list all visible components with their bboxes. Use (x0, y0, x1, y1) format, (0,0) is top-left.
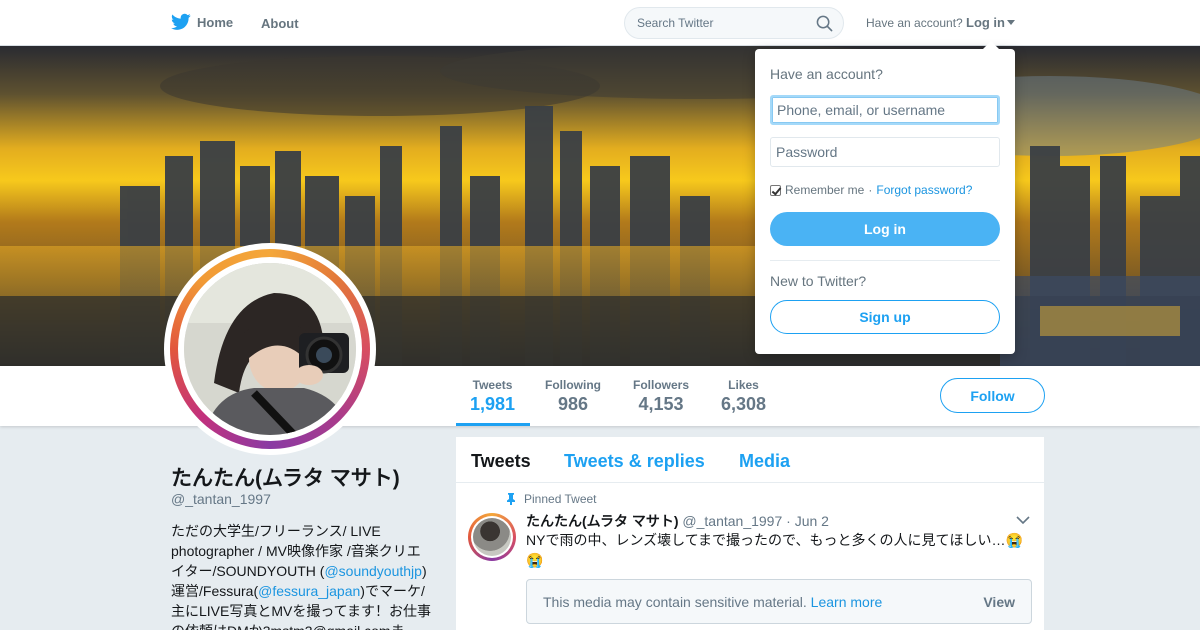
tweet-author-handle[interactable]: @_tantan_1997 (682, 513, 782, 529)
signup-button[interactable]: Sign up (770, 300, 1000, 334)
nav-home-label: Home (197, 14, 234, 30)
tweet-author-name[interactable]: たんたん(ムラタ マサト) (526, 513, 679, 529)
username-field[interactable] (770, 95, 1000, 125)
stat-following[interactable]: Following 986 (545, 378, 601, 415)
top-navigation: Home About Have an account? Log in (0, 0, 1200, 46)
pinned-text: Pinned Tweet (524, 492, 597, 506)
twitter-bird-icon (171, 13, 191, 30)
stat-tweets[interactable]: Tweets 1,981 (470, 378, 515, 415)
remember-separator: · (868, 183, 873, 197)
stat-followers-value: 4,153 (638, 394, 684, 414)
chevron-down-icon[interactable] (1016, 516, 1030, 524)
avatar-image (184, 263, 356, 435)
nav-home-link[interactable]: Home (171, 13, 233, 31)
timeline: Tweets Tweets & replies Media Pinned Twe… (456, 437, 1044, 630)
profile-bio: ただの大学生/フリーランス/ LIVE photographer / MV映像作… (171, 521, 433, 630)
follow-button[interactable]: Follow (940, 378, 1045, 413)
pin-icon (507, 493, 515, 505)
bio-mention-soundyouthjp[interactable]: @soundyouthjp (324, 563, 422, 579)
password-field[interactable] (770, 137, 1000, 167)
stat-tweets-label: Tweets (472, 378, 513, 392)
pinned-tweet-label: Pinned Tweet (506, 492, 597, 506)
tweet-date[interactable]: Jun 2 (795, 513, 829, 529)
tweet-dot-separator: · (786, 513, 791, 529)
stat-likes-value: 6,308 (721, 394, 767, 414)
sensitive-media-message: This media may contain sensitive materia… (543, 594, 807, 610)
timeline-tabs: Tweets Tweets & replies Media (456, 437, 1044, 483)
profile-name: たんたん(ムラタ マサト) (171, 467, 400, 490)
stat-likes-label: Likes (728, 378, 759, 392)
stat-followers[interactable]: Followers 4,153 (633, 378, 689, 415)
remember-me-row: Remember me · Forgot password? (770, 183, 972, 197)
view-media-button[interactable]: View (983, 594, 1015, 610)
tab-tweets[interactable]: Tweets (471, 451, 531, 472)
stat-followers-label: Followers (633, 378, 690, 392)
have-account-label: Have an account? (866, 16, 963, 30)
sensitive-media-text: This media may contain sensitive materia… (543, 594, 882, 610)
caret-down-icon (1007, 20, 1015, 25)
dropdown-divider (770, 260, 1000, 261)
stat-following-value: 986 (557, 394, 589, 414)
tweet-avatar[interactable] (468, 513, 516, 561)
active-stat-underline (456, 423, 530, 426)
learn-more-link[interactable]: Learn more (811, 594, 883, 610)
profile-handle[interactable]: @_tantan_1997 (171, 491, 271, 507)
bio-mention-fessura[interactable]: @fessura_japan (258, 583, 360, 599)
remember-me-checkbox[interactable] (770, 184, 781, 196)
login-dropdown: Have an account? Remember me · Forgot pa… (755, 41, 1015, 354)
stat-likes[interactable]: Likes 6,308 (721, 378, 766, 415)
search-icon[interactable] (816, 15, 833, 32)
sensitive-media-notice: This media may contain sensitive materia… (526, 579, 1032, 624)
stat-following-label: Following (545, 378, 601, 392)
avatar-photo (184, 263, 356, 435)
search-box[interactable] (624, 7, 844, 39)
tab-media[interactable]: Media (739, 451, 790, 472)
login-dropdown-toggle[interactable]: Log in (966, 15, 1015, 30)
remember-me-label[interactable]: Remember me (785, 183, 864, 197)
profile-avatar[interactable] (164, 243, 376, 455)
tweet-text: NYで雨の中、レンズ壊してまで撮ったので、もっと多くの人に見てほしい…😭😭 (526, 532, 1023, 568)
new-to-twitter-label: New to Twitter? (770, 273, 867, 289)
login-toggle-label: Log in (966, 15, 1005, 30)
login-submit-button[interactable]: Log in (770, 212, 1000, 246)
search-input[interactable] (637, 16, 807, 30)
login-dropdown-title: Have an account? (770, 66, 883, 82)
tweet-header: たんたん(ムラタ マサト) @_tantan_1997 · Jun 2 (526, 511, 829, 531)
tab-tweets-replies[interactable]: Tweets & replies (564, 451, 705, 472)
nav-about-link[interactable]: About (261, 16, 299, 31)
stat-tweets-value: 1,981 (470, 394, 516, 414)
forgot-password-link[interactable]: Forgot password? (876, 183, 972, 197)
